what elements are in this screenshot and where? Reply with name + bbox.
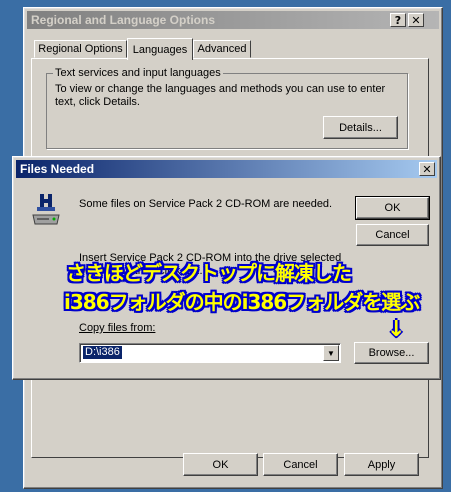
files-needed-titlebar: Files Needed: [16, 160, 437, 178]
apply-button[interactable]: Apply: [344, 453, 419, 476]
cd-drive-icon: [32, 194, 60, 225]
copy-files-value: D:\i386: [83, 346, 122, 359]
tab-advanced[interactable]: Advanced: [193, 40, 251, 58]
help-button[interactable]: ?: [390, 13, 406, 27]
files-ok-button[interactable]: OK: [355, 196, 430, 220]
regional-options-title: Regional and Language Options: [31, 13, 216, 27]
tab-regional-options[interactable]: Regional Options: [34, 40, 127, 58]
regional-cancel-button[interactable]: Cancel: [263, 453, 338, 476]
chevron-down-icon[interactable]: ▼: [323, 345, 339, 361]
copy-files-combobox[interactable]: D:\i386 ▼: [79, 343, 341, 363]
annotation-line2: i386フォルダの中のi386フォルダを選ぶ: [64, 290, 420, 314]
files-needed-close-icon[interactable]: ✕: [419, 162, 435, 176]
tab-languages[interactable]: Languages: [127, 38, 193, 60]
regional-ok-button[interactable]: OK: [183, 453, 258, 476]
browse-button[interactable]: Browse...: [354, 342, 429, 364]
details-button[interactable]: Details...: [323, 116, 398, 139]
files-needed-message: Some files on Service Pack 2 CD-ROM are …: [79, 198, 333, 210]
close-icon[interactable]: ✕: [408, 13, 424, 27]
annotation-line1: さきほどデスクトップに解凍した: [66, 261, 352, 285]
annotation-arrow: ↓: [387, 317, 406, 342]
files-cancel-button[interactable]: Cancel: [356, 224, 429, 246]
group-description: To view or change the languages and meth…: [55, 83, 386, 108]
files-needed-title: Files Needed: [20, 162, 95, 176]
regional-options-titlebar: Regional and Language Options: [27, 11, 439, 29]
copy-files-label: Copy files from:: [79, 322, 156, 334]
group-label: Text services and input languages: [53, 67, 223, 79]
